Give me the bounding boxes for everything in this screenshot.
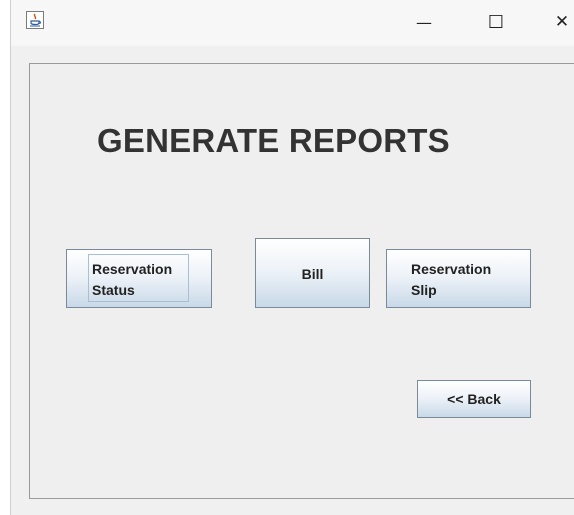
java-app-icon[interactable] bbox=[26, 11, 44, 29]
back-label: << Back bbox=[447, 391, 501, 407]
close-glyph: ✕ bbox=[554, 12, 570, 32]
bill-button[interactable]: Bill bbox=[255, 238, 370, 308]
back-button[interactable]: << Back bbox=[417, 380, 531, 418]
page-title: GENERATE REPORTS bbox=[97, 122, 450, 159]
maximize-glyph: ☐ bbox=[487, 11, 505, 33]
reservation-slip-button[interactable]: Reservation Slip bbox=[386, 249, 531, 308]
reservation-status-button[interactable]: Reservation Status bbox=[66, 249, 212, 308]
reservation-slip-label: Reservation Slip bbox=[411, 261, 492, 298]
bill-label: Bill bbox=[301, 266, 324, 282]
close-icon[interactable]: ✕ bbox=[539, 4, 574, 40]
minimize-icon[interactable]: — bbox=[401, 4, 447, 40]
title-bar: — ☐ ✕ bbox=[11, 0, 574, 46]
maximize-icon[interactable]: ☐ bbox=[473, 4, 519, 40]
minimize-glyph: — bbox=[416, 12, 432, 32]
reservation-status-label: Reservation Status bbox=[92, 261, 173, 298]
